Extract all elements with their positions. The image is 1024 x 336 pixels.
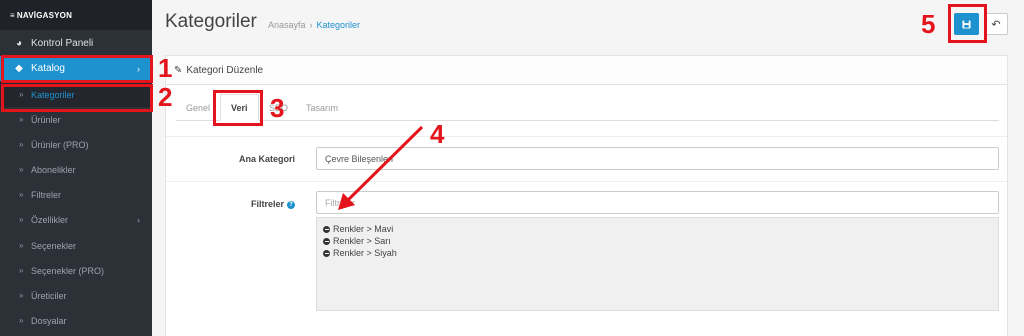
annotation-arrow [338,125,424,210]
annotation-arrow-line [343,125,424,205]
